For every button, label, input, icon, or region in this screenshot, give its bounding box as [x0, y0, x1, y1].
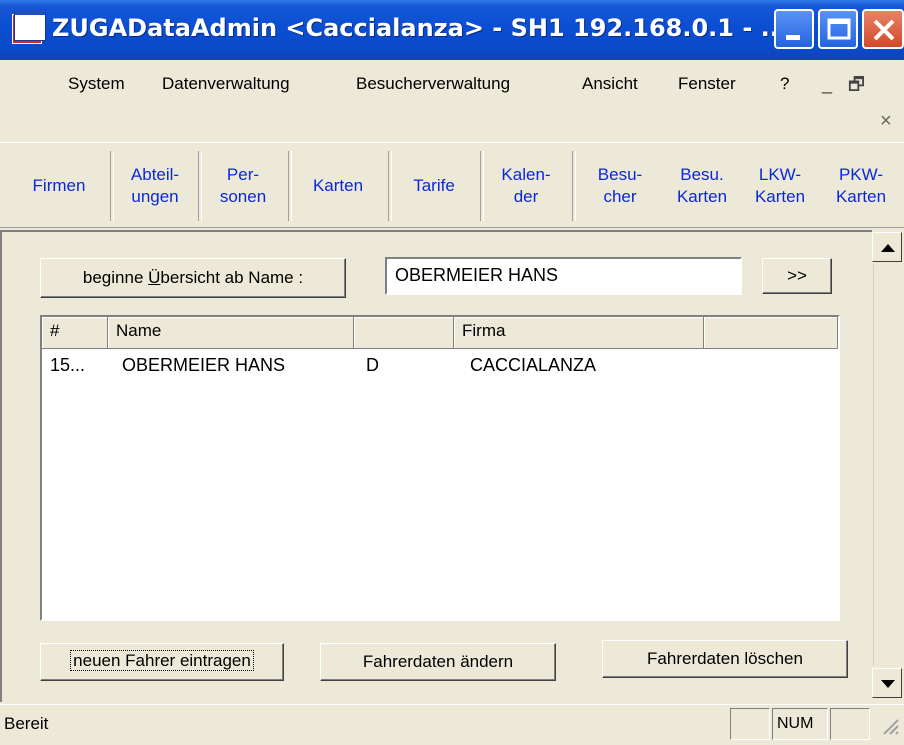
child-restore-icon[interactable]: 🗗 — [848, 72, 865, 102]
minimize-button[interactable] — [774, 9, 814, 49]
delete-driver-button[interactable]: Fahrerdaten löschen — [602, 640, 848, 678]
menu-besucherverwaltung[interactable]: Besucherverwaltung — [356, 74, 510, 94]
arrow-up-icon — [881, 244, 895, 252]
child-window-icon[interactable] — [14, 9, 46, 41]
status-pane-num: NUM — [772, 708, 828, 740]
menu-ansicht[interactable]: Ansicht — [582, 74, 638, 94]
scroll-track[interactable] — [873, 265, 903, 665]
arrow-down-icon — [881, 680, 895, 688]
column-header-firma[interactable]: Firma — [454, 317, 704, 349]
toolbar-label: Firmen — [32, 176, 86, 195]
status-text: Bereit — [4, 714, 49, 733]
toolbar-lkw-karten[interactable]: LKW- Karten — [740, 143, 820, 229]
toolbar-tarife[interactable]: Tarife — [392, 143, 476, 229]
row-number: 15... — [50, 355, 86, 375]
start-overview-button[interactable]: beginne Übersicht ab Name : — [40, 258, 346, 298]
new-driver-label: neuen Fahrer eintragen — [70, 650, 254, 671]
resize-grip-icon[interactable] — [880, 716, 900, 740]
scroll-down-button[interactable] — [872, 668, 902, 698]
close-icon — [873, 19, 895, 41]
toolbar-label: Karten — [312, 176, 364, 195]
toolbar-strip — [0, 110, 904, 140]
toolbar-label: Per- sonen — [219, 165, 267, 206]
start-overview-accelerator: Ü — [148, 268, 161, 287]
toolbar-label: PKW- Karten — [835, 165, 887, 206]
start-overview-suffix: bersicht ab Name : — [160, 268, 304, 287]
column-header-number[interactable]: # — [42, 317, 108, 349]
close-button[interactable] — [862, 9, 904, 49]
status-pane-caps — [730, 708, 770, 740]
maximize-icon — [827, 18, 851, 40]
drivers-list[interactable]: # Name Firma 15... OBERMEIER HANS D CACC… — [40, 315, 840, 621]
menu-fenster[interactable]: Fenster — [678, 74, 736, 94]
toolbar-label: LKW- Karten — [754, 165, 806, 206]
toolbar-label: Kalen- der — [501, 165, 551, 206]
scroll-up-button[interactable] — [872, 232, 902, 262]
start-overview-prefix: beginne — [82, 268, 149, 287]
column-header-name[interactable]: Name — [108, 317, 354, 349]
menu-system[interactable]: System — [68, 74, 125, 94]
toolbar-label: Abteil- ungen — [130, 165, 180, 206]
child-minimize-icon[interactable]: _ — [822, 74, 832, 95]
row-flag: D — [366, 355, 379, 375]
new-driver-button[interactable]: neuen Fahrer eintragen — [40, 643, 284, 681]
toolbar-label: Besu. Karten — [676, 165, 728, 206]
minimize-icon — [786, 35, 800, 40]
toolbar-besucher[interactable]: Besu- cher — [576, 143, 664, 229]
status-pane-scroll — [830, 708, 870, 740]
toolbar-pkw-karten[interactable]: PKW- Karten — [820, 143, 902, 229]
toolbar-firmen[interactable]: Firmen — [14, 143, 104, 229]
toolbar-label: Tarife — [413, 176, 455, 195]
toolbar-abteilungen[interactable]: Abteil- ungen — [114, 143, 196, 229]
maximize-button[interactable] — [818, 9, 858, 49]
toolbar-besucher-karten[interactable]: Besu. Karten — [664, 143, 740, 229]
column-header-extra[interactable] — [704, 317, 838, 349]
row-firma: CACCIALANZA — [470, 355, 597, 375]
child-close-icon[interactable]: × — [880, 110, 892, 133]
row-name: OBERMEIER HANS — [122, 355, 286, 375]
column-header-flag[interactable] — [354, 317, 454, 349]
menu-help[interactable]: ? — [780, 74, 789, 94]
toolbar-kalender[interactable]: Kalen- der — [484, 143, 568, 229]
toolbar: Firmen Abteil- ungen Per- sonen Karten T… — [0, 142, 904, 228]
toolbar-karten[interactable]: Karten — [292, 143, 384, 229]
toolbar-label: Besu- cher — [597, 165, 643, 206]
next-button[interactable]: >> — [762, 258, 832, 294]
window-title: ZUGADataAdmin <Caccialanza> - SH1 192.16… — [52, 14, 789, 42]
name-search-input[interactable]: OBERMEIER HANS — [385, 257, 742, 295]
toolbar-personen[interactable]: Per- sonen — [200, 143, 286, 229]
change-driver-button[interactable]: Fahrerdaten ändern — [320, 643, 556, 681]
menu-datenverwaltung[interactable]: Datenverwaltung — [162, 74, 290, 94]
